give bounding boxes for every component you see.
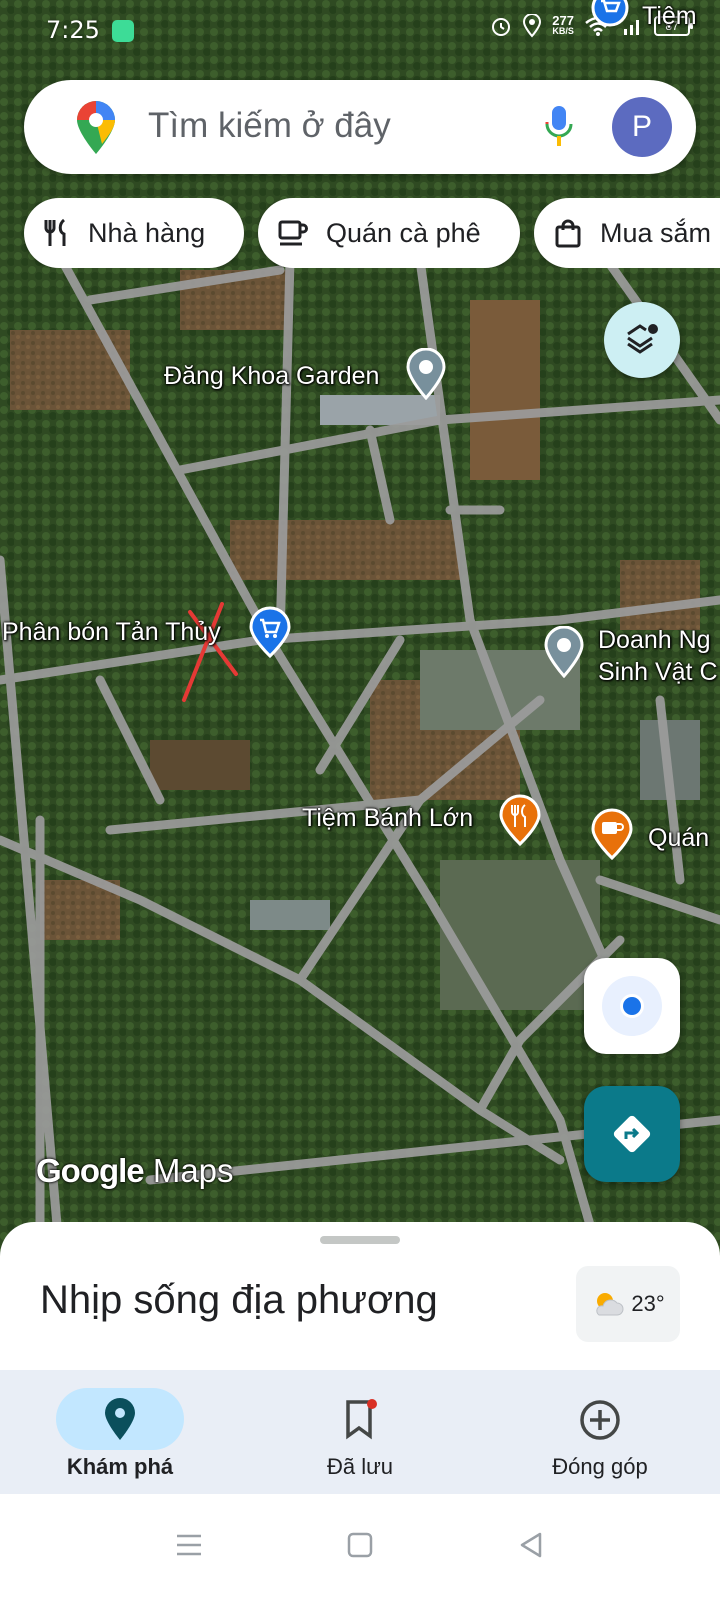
google-maps-pin-icon — [77, 101, 115, 154]
map-label-doanh-nghiep-1[interactable]: Doanh Ng — [598, 626, 711, 655]
shopping-bag-icon — [555, 219, 581, 248]
add-circle-icon — [580, 1400, 620, 1440]
map-label-tiem-banh[interactable]: Tiệm Bánh Lớn — [302, 804, 473, 833]
nav-contribute[interactable]: Đóng góp — [480, 1370, 720, 1494]
bottom-navigation: Khám phá Đã lưu Đóng góp — [0, 1370, 720, 1494]
directions-icon — [613, 1115, 651, 1153]
nav-explore-label: Khám phá — [66, 1454, 174, 1479]
category-chips: Nhà hàng Quán cà phê Mua sắm — [24, 198, 720, 268]
poi-pin-shopping[interactable] — [248, 606, 292, 663]
home-icon[interactable] — [345, 1530, 375, 1560]
chip-restaurants[interactable]: Nhà hàng — [24, 198, 244, 268]
microphone-icon[interactable] — [544, 104, 574, 150]
map-label-phan-bon[interactable]: Phân bón Tản Thủy — [2, 618, 221, 647]
menu-icon[interactable] — [174, 1530, 204, 1560]
network-speed-value: 277 — [552, 13, 574, 28]
chip-shopping[interactable]: Mua sắm — [534, 198, 720, 268]
weather-temperature: 23° — [631, 1291, 665, 1316]
status-time: 7:25 — [46, 16, 100, 44]
location-status-icon — [523, 14, 542, 38]
logo-google: Google — [36, 1152, 145, 1189]
nav-saved[interactable]: Đã lưu — [240, 1370, 480, 1494]
avatar[interactable]: P — [612, 97, 672, 157]
layers-icon — [627, 324, 658, 354]
notification-app-icon — [112, 20, 134, 42]
my-location-button[interactable] — [584, 958, 680, 1054]
directions-button[interactable] — [584, 1086, 680, 1182]
chip-label: Nhà hàng — [88, 217, 206, 248]
weather-badge[interactable]: 23° — [576, 1266, 680, 1342]
my-location-icon — [602, 976, 662, 1036]
layers-button[interactable] — [604, 302, 680, 378]
map-label-tiem-top[interactable]: Tiệm — [642, 2, 697, 31]
bottom-sheet[interactable]: Nhịp sống địa phương 23° — [0, 1222, 720, 1370]
network-speed: 277 KB/S — [552, 13, 574, 37]
restaurant-icon — [44, 218, 66, 246]
network-speed-unit: KB/S — [552, 26, 574, 36]
coffee-icon — [278, 220, 308, 246]
poi-pin-dang-khoa[interactable] — [406, 347, 446, 405]
bookmark-icon — [346, 1399, 377, 1440]
back-icon[interactable] — [516, 1530, 546, 1560]
nav-saved-label: Đã lưu — [326, 1454, 394, 1479]
partly-cloudy-icon — [596, 1293, 624, 1316]
poi-pin-restaurant[interactable] — [498, 794, 542, 851]
map-label-quan[interactable]: Quán — [648, 824, 709, 853]
chip-label: Quán cà phê — [326, 217, 481, 248]
search-bar[interactable]: Tìm kiếm ở đây P — [24, 80, 696, 174]
google-maps-logo: Google Maps — [36, 1152, 234, 1190]
map-label-doanh-nghiep-2[interactable]: Sinh Vật C — [598, 658, 718, 687]
logo-maps: Maps — [152, 1152, 234, 1189]
sheet-drag-handle[interactable] — [320, 1236, 400, 1244]
chip-label: Mua sắm — [600, 217, 712, 248]
poi-pin-top-right[interactable] — [590, 0, 630, 39]
system-navigation-bar — [0, 1494, 720, 1600]
search-input[interactable]: Tìm kiếm ở đây — [148, 106, 391, 146]
alarm-icon — [492, 18, 511, 36]
poi-pin-cafe[interactable] — [590, 808, 634, 865]
chip-cafes[interactable]: Quán cà phê — [258, 198, 520, 268]
nav-contribute-label: Đóng góp — [552, 1454, 648, 1479]
explore-pin-icon — [105, 1398, 135, 1440]
poi-pin-doanh-nghiep[interactable] — [544, 625, 584, 683]
map-label-dang-khoa[interactable]: Đăng Khoa Garden — [164, 362, 379, 391]
sheet-title: Nhịp sống địa phương — [40, 1278, 438, 1322]
nav-explore[interactable]: Khám phá — [0, 1370, 240, 1494]
